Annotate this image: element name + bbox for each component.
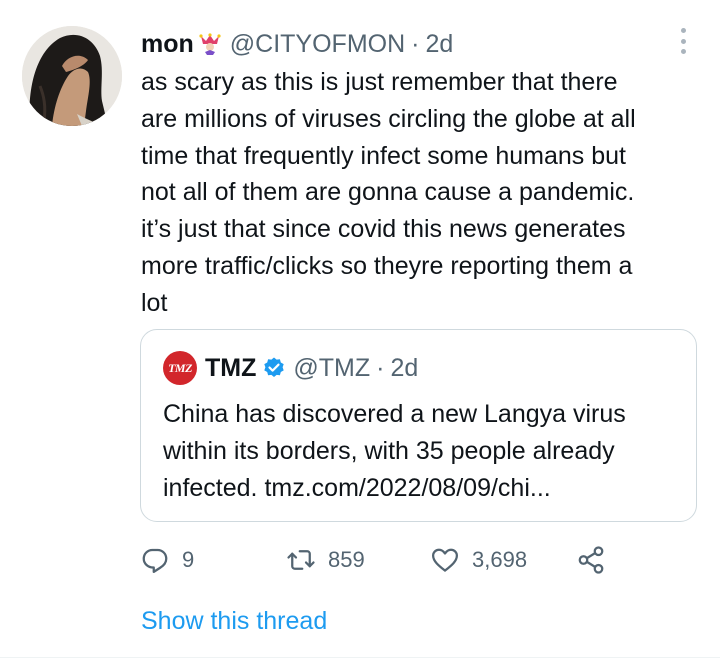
quoted-tweet-header: TMZ TMZ @TMZ · 2d <box>163 351 419 385</box>
like-count: 3,698 <box>472 547 528 572</box>
like-icon <box>432 548 458 572</box>
retweet-icon <box>287 550 315 570</box>
tweet-timestamp[interactable]: 2d <box>425 28 453 60</box>
reply-button[interactable]: 9 <box>140 544 194 576</box>
share-icon <box>578 546 604 574</box>
quoted-author-handle: @TMZ <box>293 354 371 382</box>
show-thread-link[interactable]: Show this thread <box>141 605 327 637</box>
quoted-tweet-card[interactable]: TMZ TMZ @TMZ · 2d China has discovered a… <box>140 329 697 522</box>
separator-dot: · <box>411 30 420 58</box>
tweet-text: as scary as this is just remember that t… <box>141 68 636 317</box>
tweet-actions-bar: 9 859 3,698 <box>140 544 620 576</box>
like-button[interactable]: 3,698 <box>430 544 527 576</box>
share-button[interactable] <box>576 544 606 576</box>
avatar[interactable] <box>22 26 122 126</box>
bottom-divider <box>0 657 720 658</box>
quoted-author-name: TMZ <box>205 354 257 382</box>
retweet-button[interactable]: 859 <box>286 544 365 576</box>
reply-count: 9 <box>182 547 195 572</box>
avatar-image <box>22 26 122 126</box>
author-handle[interactable]: @CITYOFMON <box>230 28 405 60</box>
reply-icon <box>142 548 168 573</box>
tweet-header: mon @CITYOFMON · 2d <box>141 28 453 60</box>
author-name[interactable]: mon <box>141 28 194 60</box>
retweet-count: 859 <box>328 547 365 572</box>
quoted-tweet-text: China has discovered a new Langya virus … <box>163 400 626 502</box>
verified-badge-icon <box>262 356 286 380</box>
more-options-icon[interactable] <box>671 28 695 54</box>
tmz-logo-avatar: TMZ <box>163 351 197 385</box>
quoted-separator-dot: · <box>376 354 385 382</box>
quoted-tweet-timestamp: 2d <box>390 354 419 382</box>
jester-emoji-icon <box>198 32 222 56</box>
